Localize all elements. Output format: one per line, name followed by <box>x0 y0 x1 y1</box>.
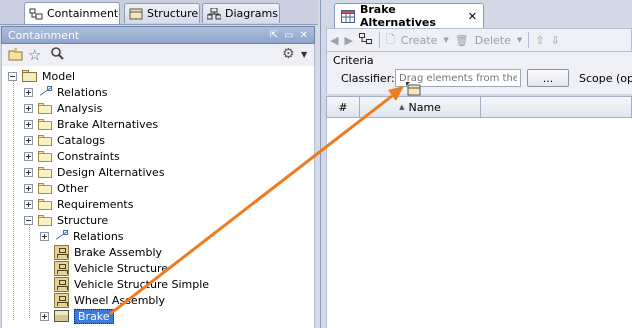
drag-arrow-line <box>109 94 393 316</box>
drag-arrow <box>109 86 404 316</box>
